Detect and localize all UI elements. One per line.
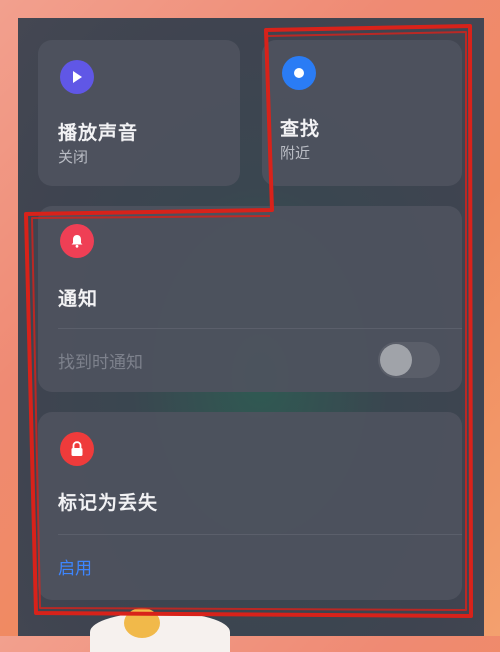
play-sound-card[interactable]: 播放声音 关闭 xyxy=(38,40,240,186)
divider xyxy=(58,328,462,329)
mark-as-lost-title: 标记为丢失 xyxy=(58,492,159,514)
flower-wallpaper xyxy=(90,612,230,652)
notify-when-found-toggle[interactable] xyxy=(378,342,440,378)
mark-as-lost-card: 标记为丢失 启用 xyxy=(38,412,462,600)
find-status: 附近 xyxy=(280,144,311,162)
divider xyxy=(58,534,462,535)
dot-icon xyxy=(282,56,316,90)
enable-link[interactable]: 启用 xyxy=(58,554,92,579)
find-title: 查找 xyxy=(280,118,321,140)
play-sound-status: 关闭 xyxy=(58,148,89,166)
play-sound-title: 播放声音 xyxy=(58,122,139,144)
lock-icon xyxy=(60,432,94,466)
notify-card: 通知 找到时通知 xyxy=(38,206,462,392)
find-card[interactable]: 查找 附近 xyxy=(262,40,462,186)
notify-title: 通知 xyxy=(58,288,99,310)
play-icon xyxy=(60,60,94,94)
notify-when-found-label: 找到时通知 xyxy=(58,353,143,373)
toggle-knob xyxy=(380,344,412,376)
bell-icon xyxy=(60,224,94,258)
flower-center xyxy=(124,608,160,638)
